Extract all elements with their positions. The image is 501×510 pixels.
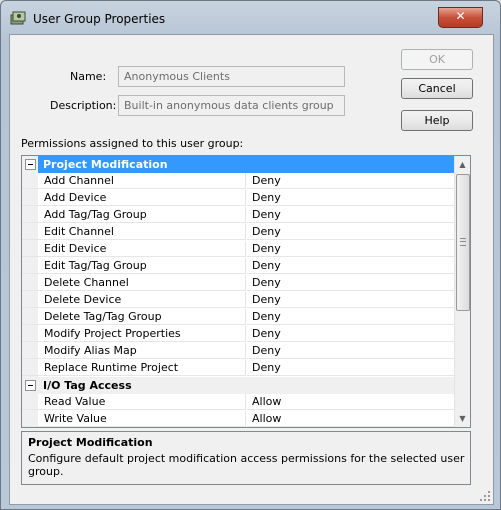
description-panel: Project Modification Configure default p… [21, 431, 471, 485]
cancel-button[interactable]: Cancel [401, 78, 473, 99]
permission-name: Delete Tag/Tag Group [22, 309, 246, 325]
title-bar[interactable]: User Group Properties ✕ [1, 1, 500, 33]
close-button[interactable]: ✕ [438, 7, 483, 28]
name-field[interactable]: Anonymous Clients [118, 66, 345, 87]
permission-name: Edit Channel [22, 224, 246, 240]
scroll-down-arrow-icon[interactable]: ▼ [455, 410, 470, 427]
permission-value[interactable]: Deny [247, 326, 454, 342]
permission-name: Add Tag/Tag Group [22, 207, 246, 223]
table-row[interactable]: Replace Runtime Project Deny [22, 360, 454, 377]
permissions-grid: Project Modification Add Channel Deny Ad… [21, 155, 471, 428]
description-panel-text: Configure default project modification a… [28, 452, 465, 478]
table-row[interactable]: Delete Device Deny [22, 292, 454, 309]
permission-name: Write Value [22, 411, 246, 427]
scrollbar-thumb[interactable] [456, 174, 470, 311]
description-label: Description: [50, 99, 117, 112]
window-title: User Group Properties [33, 12, 166, 26]
permission-name: Edit Device [22, 241, 246, 257]
table-row[interactable]: Add Tag/Tag Group Deny [22, 207, 454, 224]
permission-name: Replace Runtime Project [22, 360, 246, 376]
permission-value[interactable]: Allow [247, 394, 454, 410]
category-name: Project Modification [38, 156, 454, 173]
permission-value[interactable]: Deny [247, 309, 454, 325]
table-row[interactable]: Edit Channel Deny [22, 224, 454, 241]
description-field[interactable]: Built-in anonymous data clients group [118, 95, 345, 116]
collapse-box-icon[interactable] [25, 159, 36, 170]
permission-value[interactable]: Deny [247, 224, 454, 240]
table-row[interactable]: Add Device Deny [22, 190, 454, 207]
table-row[interactable]: Add Channel Deny [22, 173, 454, 190]
permission-value[interactable]: Deny [247, 207, 454, 223]
permission-name: Delete Device [22, 292, 246, 308]
table-row[interactable]: Write Value Allow [22, 411, 454, 427]
permission-name: Read Value [22, 394, 246, 410]
permission-name: Add Device [22, 190, 246, 206]
table-row[interactable]: Modify Alias Map Deny [22, 343, 454, 360]
permission-name: Modify Project Properties [22, 326, 246, 342]
user-group-icon [10, 11, 26, 25]
permissions-label: Permissions assigned to this user group: [21, 137, 244, 150]
grip-icon [460, 238, 466, 246]
permission-value[interactable]: Deny [247, 241, 454, 257]
close-icon: ✕ [455, 9, 466, 23]
table-row[interactable]: Read Value Allow [22, 394, 454, 411]
table-row[interactable]: Edit Tag/Tag Group Deny [22, 258, 454, 275]
scroll-up-arrow-icon[interactable]: ▲ [455, 156, 470, 173]
table-row[interactable]: Modify Project Properties Deny [22, 326, 454, 343]
permission-value[interactable]: Deny [247, 190, 454, 206]
user-group-properties-window: User Group Properties ✕ Name: Anonymous … [0, 0, 501, 510]
permission-name: Delete Channel [22, 275, 246, 291]
category-io-tag-access[interactable]: I/O Tag Access [22, 377, 454, 394]
grid-scrollbar[interactable]: ▲ ▼ [454, 156, 470, 427]
permission-value[interactable]: Deny [247, 343, 454, 359]
help-button[interactable]: Help [401, 110, 473, 131]
table-row[interactable]: Delete Channel Deny [22, 275, 454, 292]
ok-button[interactable]: OK [401, 49, 473, 70]
permission-value[interactable]: Deny [247, 173, 454, 189]
permission-value[interactable]: Deny [247, 360, 454, 376]
description-panel-title: Project Modification [28, 436, 153, 449]
permission-value[interactable]: Deny [247, 275, 454, 291]
resize-grip-icon[interactable] [479, 490, 491, 502]
dialog-client-area: Name: Anonymous Clients Description: Bui… [9, 34, 494, 505]
permission-value[interactable]: Allow [247, 411, 454, 427]
category-project-modification[interactable]: Project Modification [22, 156, 454, 173]
table-row[interactable]: Edit Device Deny [22, 241, 454, 258]
permission-value[interactable]: Deny [247, 292, 454, 308]
collapse-box-icon[interactable] [25, 380, 36, 391]
permission-name: Add Channel [22, 173, 246, 189]
permission-name: Edit Tag/Tag Group [22, 258, 246, 274]
table-row[interactable]: Delete Tag/Tag Group Deny [22, 309, 454, 326]
category-name: I/O Tag Access [38, 377, 454, 394]
name-label: Name: [70, 70, 107, 83]
permission-name: Modify Alias Map [22, 343, 246, 359]
permission-value[interactable]: Deny [247, 258, 454, 274]
